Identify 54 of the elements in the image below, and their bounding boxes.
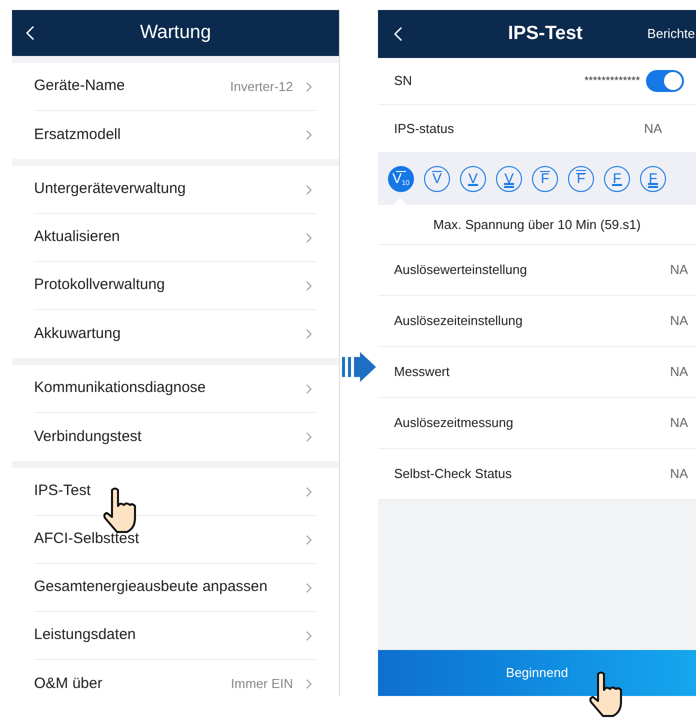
row-value: NA xyxy=(670,261,688,280)
item-label: Geräte-Name xyxy=(34,76,125,96)
item-label: Gesamtenergieausbeute anpassen xyxy=(34,577,268,598)
menu-item[interactable]: Leistungsdaten xyxy=(34,612,317,660)
item-label: O&M über xyxy=(34,674,102,694)
item-label: AFCI-Selbsttest xyxy=(34,529,140,550)
test-type-tab[interactable]: F xyxy=(604,166,630,192)
row-value: NA xyxy=(670,465,688,484)
test-description: Max. Spannung über 10 Min (59.s1) xyxy=(433,216,641,234)
item-label: Kommunikationsdiagnose xyxy=(34,378,206,398)
report-link[interactable]: Berichte xyxy=(647,24,696,44)
start-button[interactable]: Beginnend xyxy=(378,650,696,696)
row-value: NA xyxy=(670,363,688,382)
toggle-switch[interactable] xyxy=(646,70,684,92)
menu-item[interactable]: Kommunikationsdiagnose xyxy=(34,365,317,413)
row-value: NA xyxy=(644,120,662,138)
row-label: Auslösezeiteinstellung xyxy=(394,312,523,330)
item-label: Protokollverwaltung xyxy=(34,275,165,296)
item-label: Untergeräteverwaltung xyxy=(34,179,186,200)
menu-item[interactable]: Aktualisieren xyxy=(34,214,317,262)
item-label: Aktualisieren xyxy=(34,227,120,248)
row-label: Messwert xyxy=(394,363,450,382)
menu-item[interactable]: Untergeräteverwaltung xyxy=(34,166,317,214)
item-label: Akkuwartung xyxy=(34,324,121,344)
item-label: Verbindungstest xyxy=(34,426,142,447)
serial-number: ************* xyxy=(584,74,640,89)
menu-item[interactable]: Akkuwartung xyxy=(34,310,317,358)
test-type-tab[interactable]: F xyxy=(640,166,666,192)
menu-item[interactable]: Gesamtenergieausbeute anpassen xyxy=(34,564,317,612)
row-label: Auslösezeitmessung xyxy=(394,414,514,432)
menu-item[interactable]: Protokollverwaltung xyxy=(34,262,317,310)
menu-item[interactable]: Geräte-Name Inverter-12 xyxy=(34,63,317,111)
row-label: Auslösewerteinstellung xyxy=(394,261,527,280)
test-type-tab[interactable]: V xyxy=(460,166,486,192)
menu-item[interactable]: O&M über Immer EIN xyxy=(34,660,317,696)
test-type-tab[interactable]: F xyxy=(532,166,558,192)
item-label: Leistungsdaten xyxy=(34,625,136,646)
screen-title: IPS-Test xyxy=(508,22,583,46)
screen-title: Wartung xyxy=(140,20,212,45)
item-label: Ersatzmodell xyxy=(34,124,121,145)
menu-item[interactable]: Verbindungstest xyxy=(34,413,317,461)
arrow-icon xyxy=(342,352,376,382)
row-label: IPS-status xyxy=(394,120,454,138)
row-label: Selbst-Check Status xyxy=(394,465,512,484)
row-value: NA xyxy=(670,312,688,330)
test-type-tab[interactable]: V$_{10}$ xyxy=(388,166,414,192)
row-label: SN xyxy=(394,72,412,90)
row-value: NA xyxy=(670,414,688,432)
test-type-tab[interactable]: V xyxy=(424,166,450,192)
item-value: Inverter-12 xyxy=(230,78,293,96)
item-value: Immer EIN xyxy=(230,675,293,694)
menu-item[interactable]: Ersatzmodell xyxy=(34,111,317,159)
item-label: IPS-Test xyxy=(34,481,91,502)
test-type-tab[interactable]: V xyxy=(496,166,522,192)
